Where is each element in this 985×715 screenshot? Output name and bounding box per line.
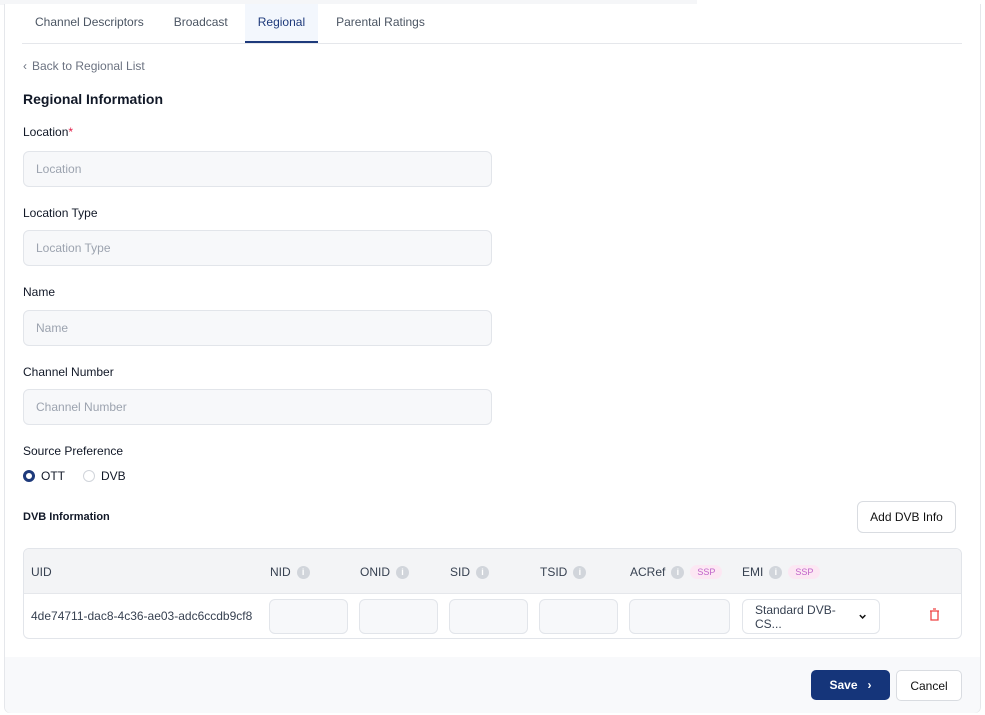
required-mark: * bbox=[68, 125, 74, 139]
tab-regional[interactable]: Regional bbox=[244, 4, 319, 43]
table-row: 4de74711-dac8-4c36-ae03-adc6ccdb9cf8 Sta… bbox=[24, 594, 961, 638]
dvb-information-title: DVB Information bbox=[23, 511, 110, 523]
tab-channel-descriptors[interactable]: Channel Descriptors bbox=[22, 4, 157, 43]
radio-checked-icon bbox=[23, 470, 35, 482]
channel-number-label: Channel Number bbox=[23, 365, 114, 379]
location-input[interactable] bbox=[23, 151, 492, 187]
source-preference-group: OTT DVB bbox=[23, 469, 126, 483]
onid-input[interactable] bbox=[359, 599, 438, 634]
col-onid: ONID i bbox=[360, 565, 409, 579]
ssp-badge: SSP bbox=[788, 565, 821, 579]
uid-value: 4de74711-dac8-4c36-ae03-adc6ccdb9cf8 bbox=[31, 609, 253, 623]
trash-icon[interactable] bbox=[929, 608, 940, 621]
add-dvb-info-button[interactable]: Add DVB Info bbox=[857, 501, 956, 533]
col-sid: SID i bbox=[450, 565, 490, 579]
source-preference-label: Source Preference bbox=[23, 444, 124, 458]
acref-input[interactable] bbox=[629, 599, 730, 634]
location-type-label: Location Type bbox=[23, 206, 98, 220]
col-uid: UID bbox=[31, 565, 52, 579]
table-header: UID NID i ONID i SID i TSID i ACRef i SSP EMI i… bbox=[24, 549, 961, 594]
tab-broadcast[interactable]: Broadcast bbox=[161, 4, 241, 43]
info-icon[interactable]: i bbox=[396, 565, 409, 579]
sid-input[interactable] bbox=[449, 599, 528, 634]
radio-unchecked-icon bbox=[83, 470, 95, 482]
col-acref: ACRef i SSP bbox=[630, 565, 723, 579]
chevron-right-icon: › bbox=[867, 678, 872, 692]
dvb-table: UID NID i ONID i SID i TSID i ACRef i SSP EMI i… bbox=[23, 548, 962, 639]
info-icon[interactable]: i bbox=[573, 565, 587, 579]
tsid-input[interactable] bbox=[539, 599, 618, 634]
cancel-button[interactable]: Cancel bbox=[896, 670, 962, 701]
back-link-label: Back to Regional List bbox=[32, 59, 145, 73]
chevron-down-icon bbox=[859, 614, 866, 619]
info-icon[interactable]: i bbox=[476, 565, 490, 579]
radio-dvb[interactable]: DVB bbox=[83, 469, 126, 483]
save-button[interactable]: Save › bbox=[811, 670, 890, 700]
nid-input[interactable] bbox=[269, 599, 348, 634]
chevron-left-icon: ‹ bbox=[23, 59, 27, 73]
tab-bar: Channel Descriptors Broadcast Regional P… bbox=[22, 4, 962, 44]
location-type-input[interactable] bbox=[23, 230, 492, 266]
channel-number-input[interactable] bbox=[23, 389, 492, 425]
col-tsid: TSID i bbox=[540, 565, 587, 579]
name-label: Name bbox=[23, 285, 56, 299]
tab-parental-ratings[interactable]: Parental Ratings bbox=[323, 4, 438, 43]
ssp-badge: SSP bbox=[690, 565, 723, 579]
location-label: Location* bbox=[23, 125, 74, 139]
emi-select[interactable]: Standard DVB-CS... bbox=[742, 599, 880, 634]
radio-ott[interactable]: OTT bbox=[23, 469, 65, 483]
name-input[interactable] bbox=[23, 310, 492, 346]
col-nid: NID i bbox=[270, 565, 310, 579]
section-title: Regional Information bbox=[23, 91, 163, 107]
info-icon[interactable]: i bbox=[769, 565, 783, 579]
back-link[interactable]: ‹ Back to Regional List bbox=[23, 59, 145, 73]
info-icon[interactable]: i bbox=[296, 565, 310, 579]
info-icon[interactable]: i bbox=[671, 565, 685, 579]
col-emi: EMI i SSP bbox=[742, 565, 821, 579]
